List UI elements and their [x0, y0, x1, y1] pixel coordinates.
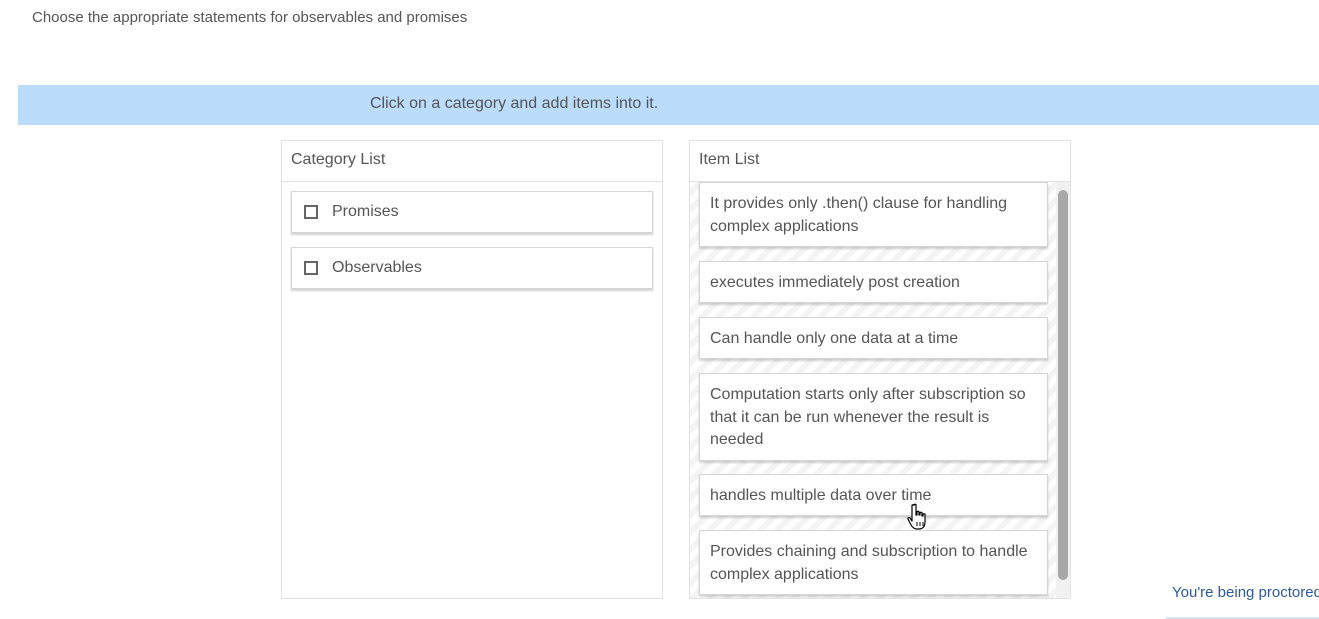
question-text: Choose the appropriate statements for ob… — [32, 9, 468, 26]
checkbox-unchecked-icon[interactable] — [304, 205, 318, 219]
instruction-bar: Click on a category and add items into i… — [18, 85, 1319, 125]
item-card[interactable]: It provides only .then() clause for hand… — [699, 182, 1048, 247]
category-list-header: Category List — [282, 141, 662, 182]
item-card[interactable]: Computation starts only after subscripti… — [699, 373, 1048, 461]
checkbox-unchecked-icon[interactable] — [304, 261, 318, 275]
item-card[interactable]: Provides chaining and subscription to ha… — [699, 530, 1048, 595]
category-label: Observables — [332, 259, 422, 276]
item-list-scrollbar[interactable] — [1056, 182, 1070, 598]
item-card[interactable]: executes immediately post creation — [699, 261, 1048, 303]
item-list-scroll-area[interactable]: It provides only .then() clause for hand… — [690, 182, 1070, 598]
instruction-text: Click on a category and add items into i… — [370, 95, 659, 112]
category-label: Promises — [332, 203, 399, 220]
item-list-panel: Item List It provides only .then() claus… — [689, 140, 1071, 599]
page: Choose the appropriate statements for ob… — [0, 0, 1319, 619]
item-card[interactable]: Can handle only one data at a time — [699, 317, 1048, 359]
category-item-promises[interactable]: Promises — [291, 191, 653, 233]
item-list-header: Item List — [690, 141, 1070, 182]
proctor-badge: You're being proctored — [1166, 580, 1319, 619]
category-list-panel: Category List Promises Observables — [281, 140, 663, 599]
category-item-observables[interactable]: Observables — [291, 247, 653, 289]
item-card[interactable]: handles multiple data over time — [699, 474, 1048, 516]
scrollbar-thumb[interactable] — [1058, 190, 1068, 580]
proctor-text: You're being proctored — [1172, 584, 1319, 601]
